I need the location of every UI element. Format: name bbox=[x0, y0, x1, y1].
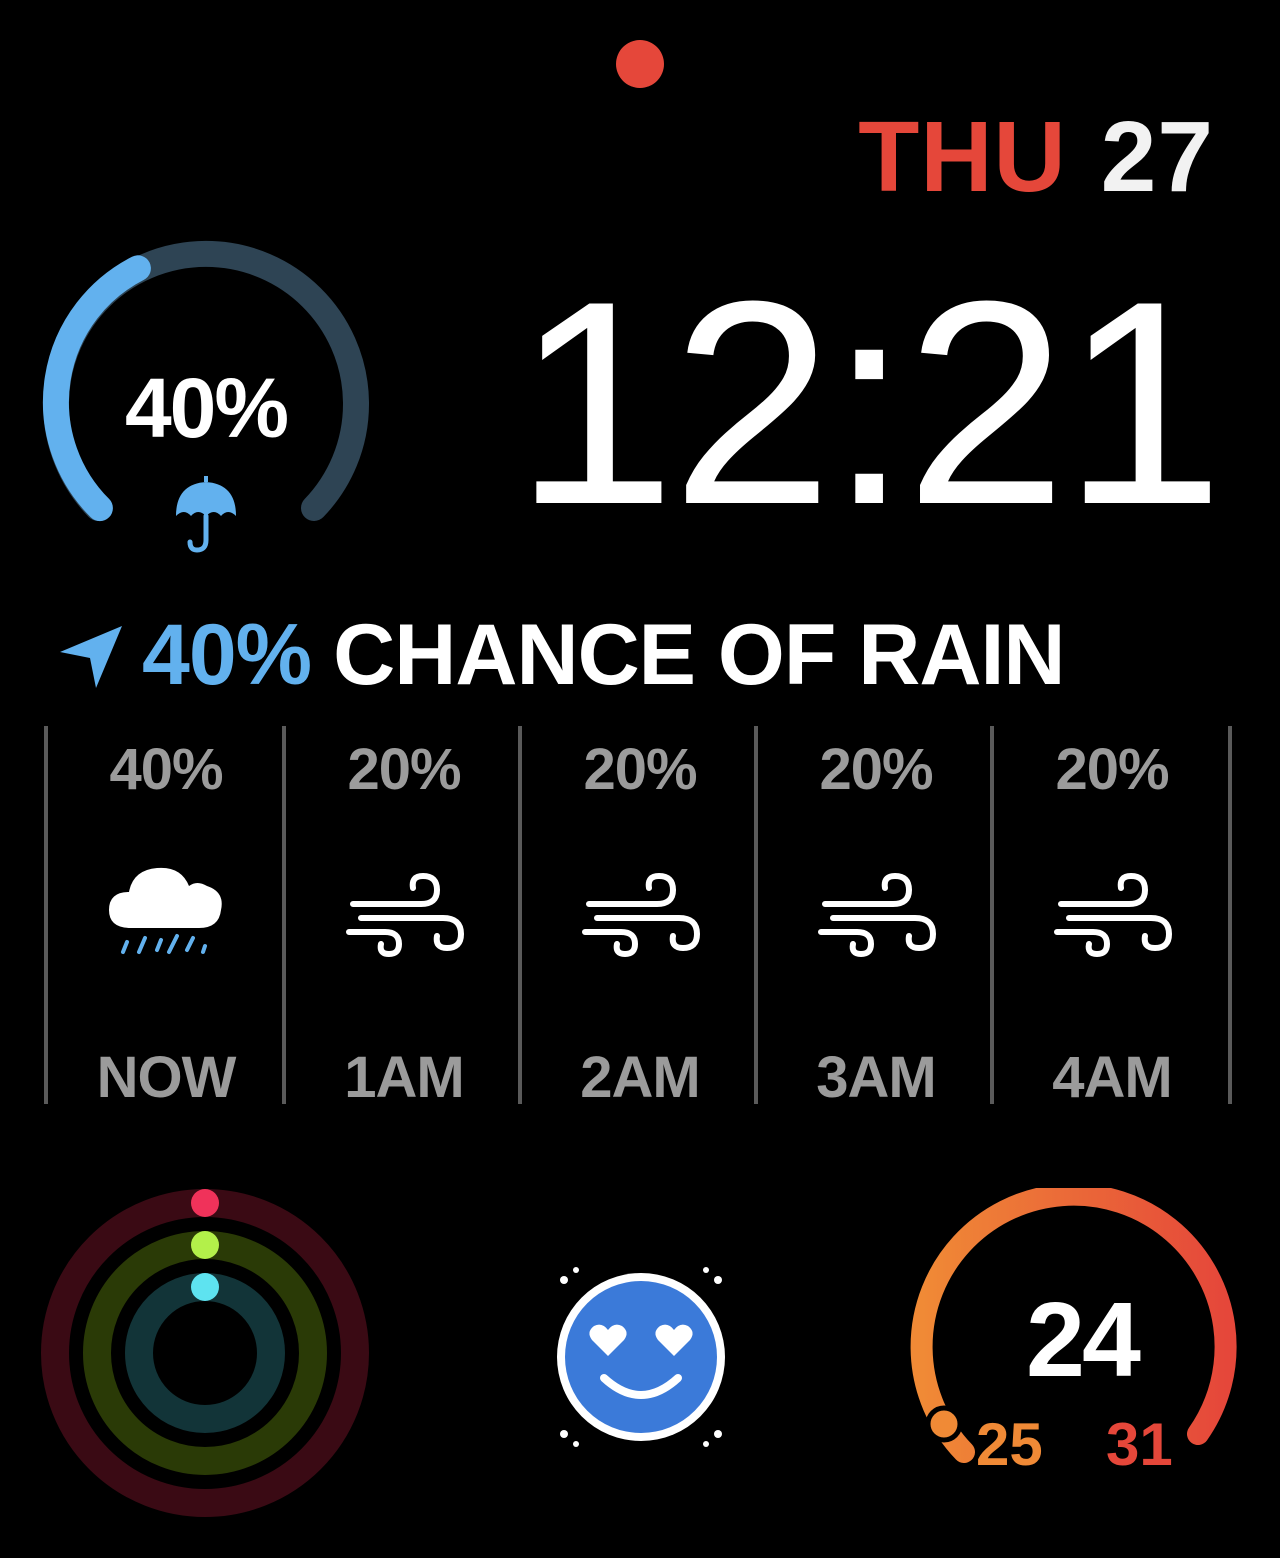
rain-gauge-value: 40% bbox=[124, 361, 289, 455]
notification-dot[interactable] bbox=[616, 40, 664, 88]
forecast-percent: 20% bbox=[347, 737, 461, 802]
temperature-indicator-dot bbox=[925, 1405, 963, 1443]
forecast-hour-4am: 20% 4AM bbox=[994, 726, 1230, 1110]
headline-text: CHANCE OF RAIN bbox=[333, 607, 1065, 703]
wind-icon bbox=[818, 872, 937, 958]
forecast-percent: 20% bbox=[583, 737, 697, 802]
forecast-hour-2am: 20% 2AM bbox=[522, 726, 758, 1110]
move-ring-dot bbox=[191, 1189, 219, 1217]
umbrella-icon bbox=[176, 476, 236, 553]
forecast-time: NOW bbox=[96, 1045, 237, 1110]
exercise-ring-dot bbox=[191, 1231, 219, 1259]
heart-eyes-emoji-icon bbox=[557, 1267, 725, 1447]
wind-icon bbox=[582, 872, 701, 958]
stand-ring-dot bbox=[191, 1273, 219, 1301]
temperature-gauge[interactable]: 24 25 31 bbox=[906, 1188, 1246, 1508]
forecast-time: 1AM bbox=[344, 1045, 464, 1110]
forecast-hour-3am: 20% 3AM bbox=[758, 726, 994, 1110]
forecast-hour-now: 40% NOW bbox=[48, 726, 284, 1110]
forecast-time: 4AM bbox=[1052, 1045, 1172, 1110]
low-temperature: 25 bbox=[976, 1411, 1043, 1478]
activity-complication[interactable] bbox=[40, 1188, 370, 1518]
rain-headline[interactable]: 40% CHANCE OF RAIN bbox=[52, 606, 1065, 705]
forecast-percent: 20% bbox=[1055, 737, 1169, 802]
forecast-hour-1am: 20% 1AM bbox=[286, 726, 522, 1110]
weekday-label: THU bbox=[858, 101, 1067, 213]
wind-icon bbox=[346, 872, 465, 958]
hourly-forecast[interactable]: 40% NOW 20% 1AM 20% 2AM 20% 3AM 20% 4AM bbox=[44, 726, 1236, 1110]
forecast-percent: 20% bbox=[819, 737, 933, 802]
high-temperature: 31 bbox=[1106, 1411, 1173, 1478]
current-temperature: 24 bbox=[1026, 1281, 1141, 1399]
forecast-time: 2AM bbox=[580, 1045, 700, 1110]
rain-cloud-icon bbox=[109, 867, 222, 954]
emoji-complication[interactable] bbox=[546, 1262, 736, 1452]
headline-percent: 40% bbox=[142, 607, 312, 703]
day-number: 27 bbox=[1100, 101, 1214, 213]
forecast-time: 3AM bbox=[816, 1045, 936, 1110]
date-complication[interactable]: THU 27 bbox=[858, 100, 1214, 215]
forecast-percent: 40% bbox=[109, 737, 223, 802]
activity-rings-icon bbox=[41, 1189, 369, 1517]
wind-icon bbox=[1054, 872, 1173, 958]
location-arrow-icon bbox=[60, 625, 122, 688]
time-display: 12:21 bbox=[514, 241, 1224, 565]
rain-chance-gauge[interactable]: 40% bbox=[40, 238, 372, 558]
